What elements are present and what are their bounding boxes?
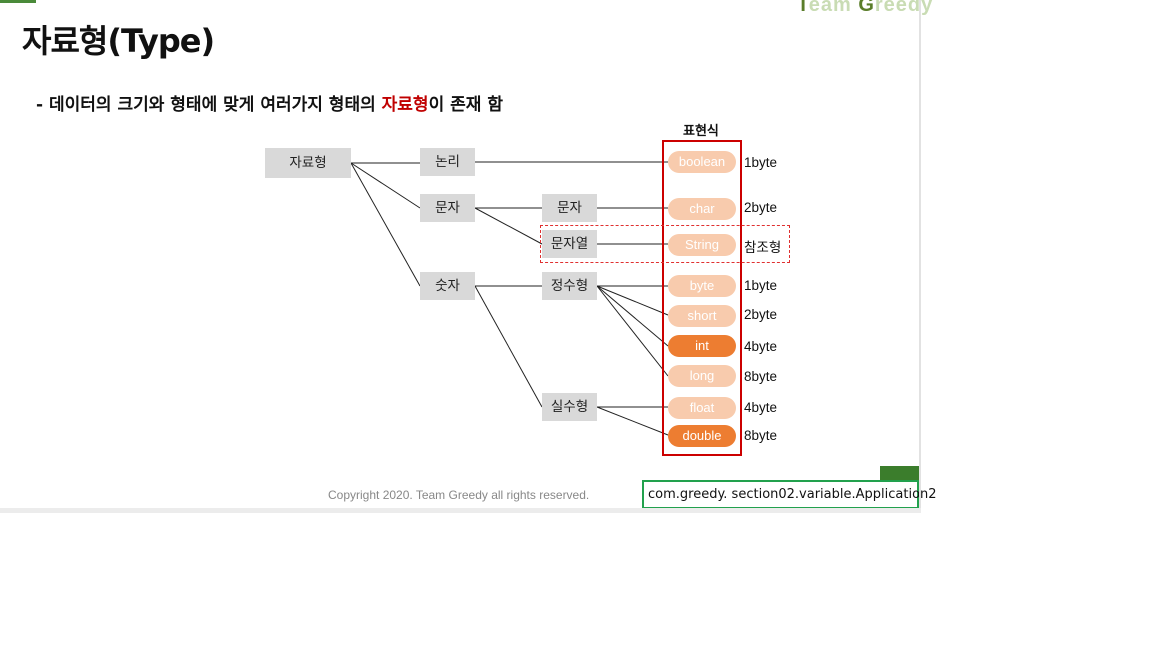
class-path-label: com.greedy. section02.variable.Applicati… [642,480,937,509]
connector-line [596,285,669,377]
expression-label: 표현식 [683,124,719,139]
type-size: 8byte [744,369,778,384]
type-size: 4byte [744,339,778,354]
type-pill-long: long [668,365,736,387]
connector-line [596,285,669,347]
type-size: 2byte [744,200,778,215]
type-size: 1byte [744,155,778,170]
type-pill-char: char [668,198,736,220]
type-pill-short: short [668,305,736,327]
slide-edge-right [919,0,921,510]
type-pill-byte: byte [668,275,736,297]
node-root: 자료형 [265,148,351,178]
type-pill-int: int [668,335,736,357]
slide: Team Greedy 자료형(Type) - 데이터의 크기와 형태에 맞게 … [0,0,937,513]
type-size: 2byte [744,307,778,322]
node-real: 실수형 [542,393,597,421]
type-size: 8byte [744,428,778,443]
connector-line [474,207,543,245]
node-integer: 정수형 [542,272,597,300]
type-pill-boolean: boolean [668,151,736,173]
slide-edge-bottom [0,508,921,513]
connector-line [350,162,421,287]
connector-line [350,162,421,209]
connector-line [474,285,543,408]
node-number: 숫자 [420,272,475,300]
node-char: 문자 [542,194,597,222]
type-pill-string: String [668,234,736,256]
connector-line [596,285,669,316]
type-pill-float: float [668,397,736,419]
connector-line [596,406,669,436]
type-pill-double: double [668,425,736,447]
type-size: 4byte [744,400,778,415]
node-logic: 논리 [420,148,475,176]
type-size: 1byte [744,278,778,293]
node-char-group: 문자 [420,194,475,222]
copyright-notice: Copyright 2020. Team Greedy all rights r… [328,488,590,502]
type-size: 참조형 [744,240,782,255]
